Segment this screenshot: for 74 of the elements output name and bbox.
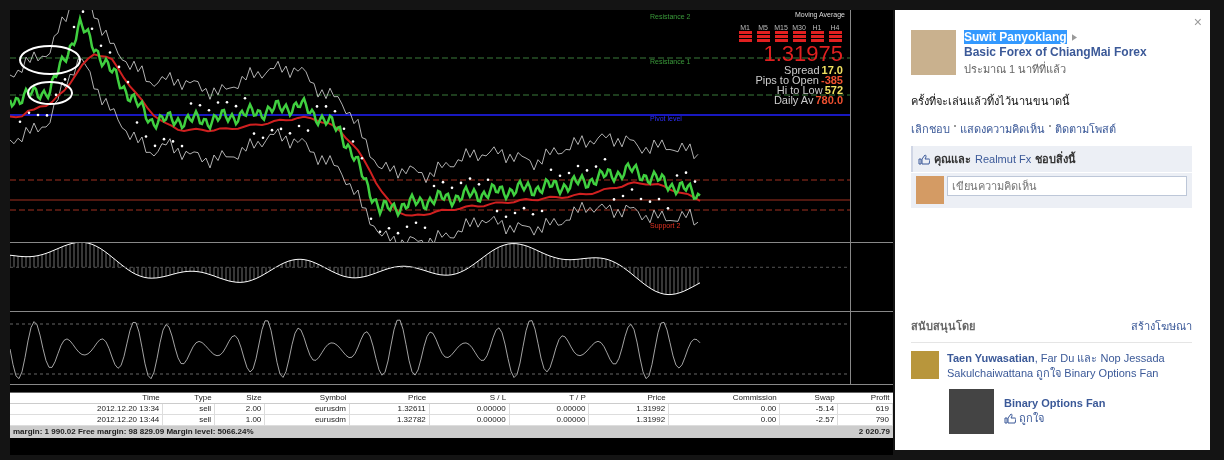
signal-bars-icon [828, 31, 842, 43]
signal-bars-icon [810, 31, 824, 43]
column-header: Swap [779, 393, 838, 404]
column-header: Type [162, 393, 215, 404]
table-cell: 2012.12.20 13:44 [10, 414, 163, 426]
table-cell: 1.32611 [349, 403, 430, 415]
table-cell: sell [162, 403, 215, 415]
photo-placeholder [949, 389, 994, 434]
social-context-text: Taen Yuwasatian, Far Du และ Nop Jessada Sakulchaiwattana ถูกใจ Binary Options Fan [947, 351, 1166, 381]
page-link[interactable]: Binary Options Fan [1004, 397, 1106, 409]
column-header: Price [349, 393, 430, 404]
column-header: Symbol [264, 393, 350, 404]
action-link[interactable]: เลิกชอบ [911, 120, 950, 138]
signal-bars-icon [738, 31, 752, 43]
table-cell: 619 [837, 403, 893, 415]
table-cell: 790 [837, 414, 893, 426]
column-header: Commission [668, 393, 780, 404]
likes-text: ชอบสิ่งนี้ [1035, 150, 1077, 167]
liker-link[interactable]: Realmut Fx [975, 153, 1032, 165]
sponsored-heading: สนับสนุนโดย [911, 318, 975, 335]
table-cell: 0.00 [668, 403, 780, 415]
post-time: ประมาณ 1 นาทีที่แล้ว [964, 60, 1068, 77]
table-cell: 0.00000 [509, 403, 589, 415]
stat-label: Spread [784, 65, 820, 75]
ellipse-mark [19, 45, 81, 75]
action-link[interactable]: ติดตามโพสต์ [1055, 120, 1116, 138]
table-cell: 2012.12.20 13:34 [10, 403, 163, 415]
stat-label: Pips to Open [755, 75, 819, 85]
like-link[interactable]: ถูกใจ [1019, 409, 1044, 427]
table-cell: 0.00000 [429, 414, 510, 426]
avatar-placeholder [911, 351, 939, 379]
table-cell: 2.00 [214, 403, 265, 415]
stat-label: Daily Av [773, 95, 814, 105]
avatar-placeholder [911, 30, 956, 75]
signal-bars-icon [774, 31, 788, 43]
triangle-icon [1071, 34, 1077, 41]
table-cell: 1.00 [214, 414, 265, 426]
table-cell: 0.00000 [509, 414, 589, 426]
page-link[interactable]: Basic Forex of ChiangMai Forex [964, 45, 1147, 60]
profit-total: 2 020.79 [858, 427, 890, 437]
table-cell: -2.57 [779, 414, 838, 426]
table-cell: 0.00000 [429, 403, 510, 415]
price-reading: 1.31975 [763, 43, 843, 65]
stat-label: Hi to Low [776, 85, 823, 95]
margin-summary: margin: 1 990.02 Free margin: 98 829.09 Margin level: 5066.24% [13, 427, 254, 437]
signal-bars-icon [792, 31, 806, 43]
table-cell: 1.31992 [588, 414, 669, 426]
post-caption: ครั้งที่จะเล่นแล้วทิ้งไว้นานขนาดนี้ [911, 92, 1071, 109]
comment-field[interactable]: เขียนความคิดเห็น [947, 176, 1187, 196]
table-cell: 1.31992 [588, 403, 669, 415]
table-cell: -5.14 [779, 403, 838, 415]
likes-text: คุณและ [934, 152, 971, 168]
signal-bars-icon [756, 31, 770, 43]
column-header: T / P [509, 393, 589, 404]
table-cell: eurusdm [264, 414, 350, 426]
ellipse-mark [27, 81, 73, 105]
table-cell: eurusdm [264, 403, 350, 415]
create-ad-link[interactable]: สร้างโฆษณา [1131, 317, 1192, 335]
column-header: Profit [837, 393, 893, 404]
column-header: Size [214, 393, 265, 404]
column-header: Price [588, 393, 669, 404]
column-header: S / L [429, 393, 510, 404]
action-link[interactable]: แสดงความคิดเห็น [960, 120, 1045, 138]
column-header: Time [10, 393, 163, 404]
avatar-placeholder [916, 176, 944, 204]
stat-value: -385 [820, 75, 843, 85]
table-cell: 1.32782 [349, 414, 430, 426]
thumbs-up-icon [918, 153, 930, 165]
table-cell: 0.00 [668, 414, 780, 426]
thumbs-up-icon [1004, 412, 1016, 424]
stat-value: 17.0 [821, 65, 843, 75]
table-cell: sell [162, 414, 215, 426]
stat-value: 572 [824, 85, 843, 95]
stat-value: 780.0 [815, 95, 843, 105]
